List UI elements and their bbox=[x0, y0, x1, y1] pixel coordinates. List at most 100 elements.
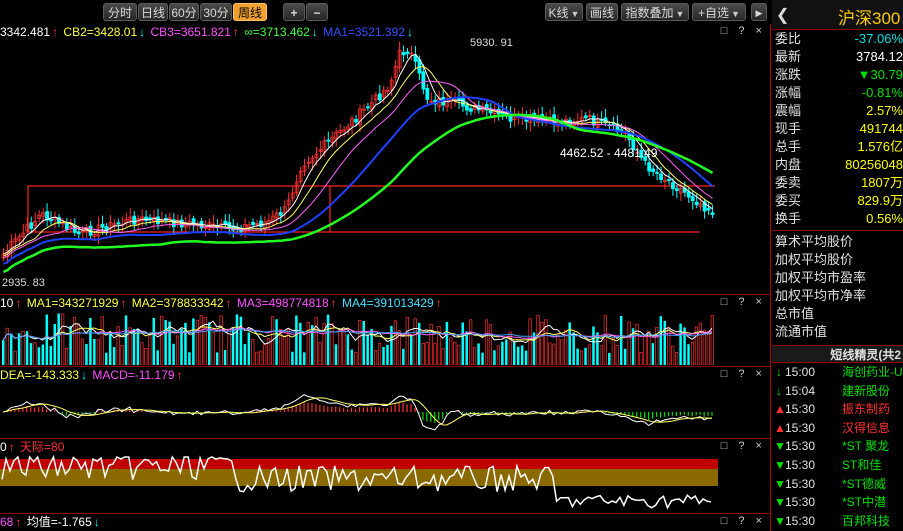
spirit-time: 15:30 bbox=[785, 420, 816, 435]
spirit-item[interactable]: ▼ 15:30 *ST 聚龙 bbox=[772, 437, 903, 456]
30min-button[interactable]: 30分 bbox=[200, 3, 232, 21]
60min-button[interactable]: 60分 bbox=[169, 3, 199, 21]
volume-bar bbox=[136, 328, 140, 365]
volume-bar bbox=[445, 321, 449, 365]
volume-bar bbox=[603, 315, 607, 365]
spirit-stock: 百邦科技 bbox=[842, 513, 891, 528]
draw-line-button[interactable]: 画线 bbox=[586, 3, 618, 21]
quote-stat: 流通市值 bbox=[775, 324, 828, 339]
candle-body bbox=[674, 188, 679, 191]
candle-body bbox=[667, 179, 671, 182]
watchlist-button[interactable]: +自选 ▼ bbox=[692, 3, 746, 21]
candle-body bbox=[366, 106, 370, 109]
candle-body bbox=[583, 115, 588, 119]
spirit-item[interactable]: ▼ 15:30 ST和佳 bbox=[772, 456, 903, 475]
volume-bar bbox=[651, 343, 655, 365]
quote-value: 0.56% bbox=[866, 211, 903, 226]
daily-button[interactable]: 日线 bbox=[138, 3, 168, 21]
quote-stat: 加权平均股价 bbox=[775, 252, 854, 267]
spirit-item[interactable]: ↓ 15:00 海创药业-U bbox=[772, 363, 903, 382]
candle-body bbox=[29, 222, 34, 229]
back-arrow-icon[interactable]: ❮ bbox=[776, 5, 789, 25]
quote-panel: ❮ 沪深300 委比 -37.06% 最新 3784.12 涨跌 ▼30.79 涨幅 -0.8… bbox=[772, 0, 903, 531]
candle-body bbox=[710, 212, 715, 216]
volume-bar bbox=[382, 346, 385, 365]
zoom-in-button[interactable]: + bbox=[283, 3, 305, 21]
quote-value: -37.06% bbox=[854, 31, 903, 46]
bottom-panel[interactable]: 68 ↑ 均值=-1.765 ↓ □ ? × bbox=[0, 514, 770, 531]
volume-bar bbox=[338, 329, 342, 365]
candle-body bbox=[421, 71, 426, 90]
down-arrow-icon: ↓ bbox=[776, 383, 782, 398]
volume-bar bbox=[148, 332, 152, 365]
volume-bar bbox=[449, 337, 453, 365]
volume-bar bbox=[299, 322, 302, 365]
volume-bar bbox=[608, 352, 611, 365]
up-arrow-icon: ▲ bbox=[774, 420, 786, 435]
volume-bar bbox=[303, 352, 306, 365]
quote-value: 2.57% bbox=[866, 103, 903, 118]
candle-body bbox=[76, 231, 81, 235]
intraday-button[interactable]: 分时 bbox=[103, 3, 137, 21]
volume-bar bbox=[219, 315, 223, 365]
volume-bar bbox=[441, 348, 445, 365]
spirit-item[interactable]: ↓ 15:04 建新股份 bbox=[772, 382, 903, 401]
weekly-button[interactable]: 周线 bbox=[233, 3, 267, 21]
candle-body bbox=[694, 201, 699, 206]
volume-bar bbox=[520, 345, 524, 365]
kline-menu-button[interactable]: K线 ▼ bbox=[545, 3, 583, 21]
volume-bar bbox=[536, 315, 540, 365]
volume-bar bbox=[192, 318, 195, 365]
candle-body bbox=[671, 182, 675, 189]
volume-bar bbox=[80, 338, 85, 365]
volume-bar bbox=[433, 343, 437, 365]
candle-body bbox=[401, 52, 406, 56]
volume-bar bbox=[524, 350, 528, 365]
panel-divider bbox=[770, 24, 771, 531]
quote-value: 80256048 bbox=[845, 157, 903, 172]
volume-bar bbox=[516, 346, 520, 365]
quote-row: 涨跌 ▼30.79 bbox=[772, 66, 903, 84]
spirit-item[interactable]: ▼ 15:30 *ST中潜 bbox=[772, 493, 903, 512]
volume-bar bbox=[144, 347, 148, 365]
quote-stat: 加权平均市净率 bbox=[775, 288, 867, 303]
volume-bar bbox=[227, 329, 231, 365]
volume-bar bbox=[473, 347, 477, 365]
candle-body bbox=[100, 223, 105, 228]
candle-body bbox=[461, 97, 465, 107]
volume-bar bbox=[57, 313, 60, 365]
high-price-label: 5930. 91 bbox=[470, 37, 513, 49]
index-overlay-button[interactable]: 指数叠加 ▼ bbox=[621, 3, 689, 21]
volume-bar bbox=[501, 341, 504, 365]
volume-chart bbox=[2, 313, 714, 365]
spirit-time: 15:30 bbox=[785, 457, 816, 472]
volume-bar bbox=[168, 321, 171, 365]
volume-bar bbox=[89, 318, 92, 365]
volume-bar bbox=[211, 332, 215, 365]
volume-bar bbox=[477, 343, 480, 365]
sky-indicator-panel[interactable]: 0 ↑ 天际=80 □ ? × bbox=[0, 439, 770, 513]
spirit-item[interactable]: ▼ 15:30 百邦科技 bbox=[772, 512, 903, 531]
macd-panel[interactable]: DEA=-143.333 ↓ MACD=-11.179 ↑ □ ? × bbox=[0, 367, 770, 437]
volume-bar bbox=[611, 337, 615, 365]
zoom-out-button[interactable]: − bbox=[306, 3, 328, 21]
volume-bar bbox=[710, 315, 714, 365]
trading-window: { "toolbar":{ "buttons":[ {"label":"分时",… bbox=[0, 0, 903, 531]
chart-toolbar: 分时 日线 60分 30分 周线 + − K线 ▼ 画线 指数叠加 ▼ +自选 ▼ ▶ bbox=[0, 0, 770, 24]
spirit-item[interactable]: ▼ 15:30 *ST德威 bbox=[772, 475, 903, 494]
kline-panel[interactable]: 3342.481 ↑ CB2=3428.01 ↓ CB3=3651.821 ↑ ∞=3… bbox=[0, 24, 770, 294]
spirit-item[interactable]: ▲ 15:30 汉得信息 bbox=[772, 419, 903, 438]
volume-bar bbox=[572, 332, 575, 365]
spirit-item[interactable]: ▲ 15:30 振东制药 bbox=[772, 400, 903, 419]
spirit-stock: *ST中潜 bbox=[842, 495, 887, 510]
volume-bar bbox=[552, 343, 556, 365]
ma-pink-line bbox=[3, 80, 713, 259]
spirit-stock: 汉得信息 bbox=[842, 420, 891, 435]
index-overlay-label: 指数叠加 bbox=[625, 6, 674, 20]
volume-bar bbox=[587, 344, 592, 365]
volume-bar bbox=[160, 315, 164, 365]
volume-bar bbox=[461, 322, 464, 365]
more-button[interactable]: ▶ bbox=[751, 3, 767, 21]
volume-panel[interactable]: 10 ↑ MA1=343271929 ↑ MA2=378833342 ↑ MA3=49… bbox=[0, 295, 770, 365]
bottom-panel-controls[interactable]: □ ? × bbox=[721, 515, 766, 527]
